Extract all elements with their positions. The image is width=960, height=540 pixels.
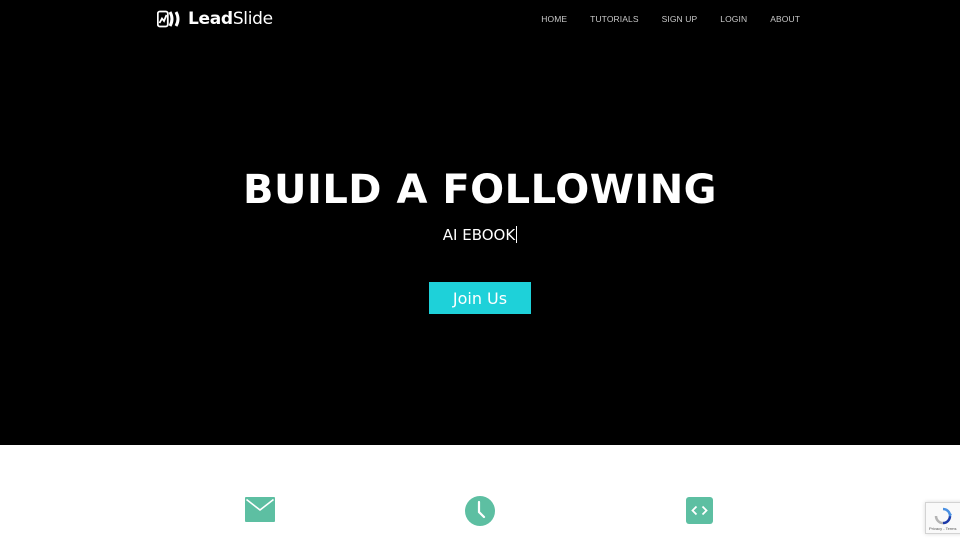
- brand-logo[interactable]: LeadSlide: [157, 9, 273, 29]
- nav-tutorials[interactable]: TUTORIALS: [590, 14, 638, 24]
- typed-text: AI EBOOK: [442, 226, 516, 244]
- nav-home[interactable]: HOME: [541, 14, 567, 24]
- nav-about[interactable]: ABOUT: [770, 14, 800, 24]
- clock-icon: [465, 496, 495, 526]
- brand-name: LeadSlide: [188, 9, 273, 29]
- recaptcha-icon: [934, 507, 952, 525]
- code-icon: [686, 497, 713, 524]
- typed-text-line: AI EBOOK: [0, 226, 960, 244]
- leadslide-logo-icon: [157, 10, 180, 28]
- envelope-icon: [245, 497, 275, 522]
- hero-headline: BUILD A FOLLOWING: [242, 167, 718, 213]
- text-cursor: [516, 226, 518, 243]
- nav-login[interactable]: LOGIN: [720, 14, 747, 24]
- brand-name-regular: Slide: [232, 9, 273, 29]
- nav-sign-up[interactable]: SIGN UP: [662, 14, 698, 24]
- recaptcha-badge[interactable]: Privacy - Terms: [925, 502, 960, 534]
- brand-name-bold: Lead: [188, 9, 233, 29]
- main-nav: HOME TUTORIALS SIGN UP LOGIN ABOUT: [541, 14, 800, 24]
- navbar: LeadSlide HOME TUTORIALS SIGN UP LOGIN A…: [0, 0, 960, 40]
- join-us-button[interactable]: Join Us: [429, 282, 531, 314]
- recaptcha-links[interactable]: Privacy - Terms: [929, 526, 956, 531]
- hero-section: LeadSlide HOME TUTORIALS SIGN UP LOGIN A…: [0, 0, 960, 445]
